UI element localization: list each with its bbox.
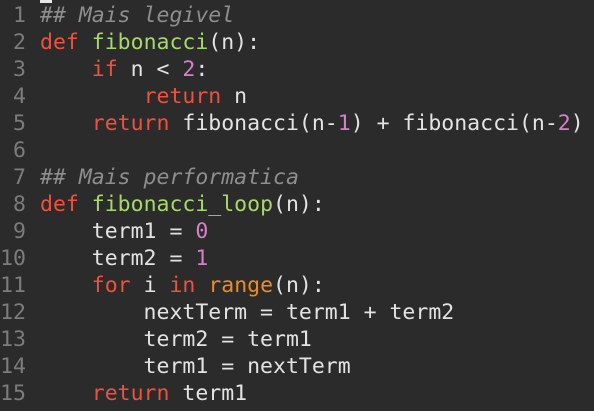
line-number: 9 bbox=[13, 219, 26, 244]
line-text: term2 = 1 bbox=[26, 245, 209, 272]
code-token: fibonacci bbox=[91, 30, 209, 55]
line-text: nextTerm = term1 + term2 bbox=[26, 299, 455, 326]
code-token: (n): bbox=[208, 30, 261, 55]
code-token: 0 bbox=[195, 219, 209, 244]
code-token: for bbox=[91, 273, 131, 298]
code-line[interactable]: 11 for i in range(n): bbox=[0, 272, 594, 299]
line-text: term2 = term1 bbox=[26, 326, 312, 353]
line-text: term1 = nextTerm bbox=[26, 353, 351, 380]
code-line[interactable]: 15 return term1 bbox=[0, 380, 594, 407]
code-token: 1 bbox=[195, 246, 209, 271]
code-line[interactable]: 10 term2 = 1 bbox=[0, 245, 594, 272]
code-token: : bbox=[195, 57, 209, 82]
code-token: term1 bbox=[169, 381, 248, 406]
code-line[interactable]: 13 term2 = term1 bbox=[0, 326, 594, 353]
code-token: 1 bbox=[337, 111, 351, 136]
code-line[interactable]: 14 term1 = nextTerm bbox=[0, 353, 594, 380]
code-token: n < bbox=[117, 57, 183, 82]
line-text: for i in range(n): bbox=[26, 272, 325, 299]
code-token: ) + fibonacci(n- bbox=[350, 111, 558, 136]
line-text: term1 = 0 bbox=[26, 218, 209, 245]
code-token: return bbox=[143, 84, 222, 109]
code-token: ) bbox=[570, 111, 584, 136]
code-line[interactable]: 8 def fibonacci_loop(n): bbox=[0, 191, 594, 218]
line-number: 10 bbox=[0, 246, 26, 271]
code-token: (n): bbox=[273, 192, 325, 217]
line-text: ## Mais performatica bbox=[26, 164, 299, 191]
code-area[interactable]: 1 ## Mais legivel 2 def fibonacci(n): 3 if n… bbox=[0, 2, 594, 407]
code-token: in bbox=[169, 273, 196, 298]
line-number: 1 bbox=[13, 3, 26, 28]
code-line[interactable]: 5 return fibonacci(n-1) + fibonacci(n-2) bbox=[0, 110, 594, 137]
code-token: fibonacci(n- bbox=[169, 111, 338, 136]
code-token: nextTerm = term1 + term2 bbox=[40, 300, 455, 325]
code-token: term1 = bbox=[40, 219, 196, 244]
code-token: (n): bbox=[273, 273, 325, 298]
line-text: def fibonacci_loop(n): bbox=[26, 191, 325, 218]
line-text bbox=[26, 137, 40, 164]
line-text: return term1 bbox=[26, 380, 247, 407]
code-token: return bbox=[91, 381, 170, 406]
line-text: return n bbox=[26, 83, 248, 110]
code-token: term1 = nextTerm bbox=[40, 354, 351, 379]
code-token: i bbox=[130, 273, 170, 298]
line-number: 5 bbox=[13, 111, 26, 136]
code-line[interactable]: 4 return n bbox=[0, 83, 594, 110]
line-number: 13 bbox=[0, 327, 26, 352]
code-token: range bbox=[208, 273, 274, 298]
line-text: def fibonacci(n): bbox=[26, 29, 260, 56]
line-number: 7 bbox=[13, 165, 26, 190]
code-line[interactable]: 1 ## Mais legivel bbox=[0, 2, 594, 29]
code-token: if bbox=[91, 57, 118, 82]
line-number: 12 bbox=[0, 300, 26, 325]
code-token: 2 bbox=[557, 111, 571, 136]
line-text: return fibonacci(n-1) + fibonacci(n-2) bbox=[26, 110, 584, 137]
line-number: 14 bbox=[0, 354, 26, 379]
line-number: 3 bbox=[13, 57, 26, 82]
code-line[interactable]: 6 bbox=[0, 137, 594, 164]
code-token: n bbox=[221, 84, 248, 109]
code-token: term2 = bbox=[40, 246, 196, 271]
line-number: 15 bbox=[0, 381, 26, 406]
code-line[interactable]: 3 if n < 2: bbox=[0, 56, 594, 83]
code-token: 2 bbox=[182, 57, 196, 82]
line-number: 11 bbox=[0, 273, 26, 298]
line-number: 4 bbox=[13, 84, 26, 109]
code-token: def bbox=[40, 192, 79, 217]
code-token: fibonacci_loop bbox=[91, 192, 274, 217]
code-token: return bbox=[91, 111, 170, 136]
line-number: 8 bbox=[13, 192, 26, 217]
code-token: def bbox=[40, 30, 79, 55]
code-line[interactable]: 9 term1 = 0 bbox=[0, 218, 594, 245]
line-number: 6 bbox=[13, 138, 26, 163]
line-number: 2 bbox=[13, 30, 26, 55]
code-line[interactable]: 12 nextTerm = term1 + term2 bbox=[0, 299, 594, 326]
code-token: ## Mais performatica bbox=[40, 165, 299, 190]
line-text: ## Mais legivel bbox=[26, 2, 234, 29]
code-line[interactable]: 7 ## Mais performatica bbox=[0, 164, 594, 191]
code-line[interactable]: 2 def fibonacci(n): bbox=[0, 29, 594, 56]
line-text: if n < 2: bbox=[26, 56, 209, 83]
code-editor[interactable]: 1 ## Mais legivel 2 def fibonacci(n): 3 if n… bbox=[0, 0, 594, 411]
code-token: term2 = term1 bbox=[40, 327, 312, 352]
code-token: ## Mais legivel bbox=[40, 3, 235, 28]
